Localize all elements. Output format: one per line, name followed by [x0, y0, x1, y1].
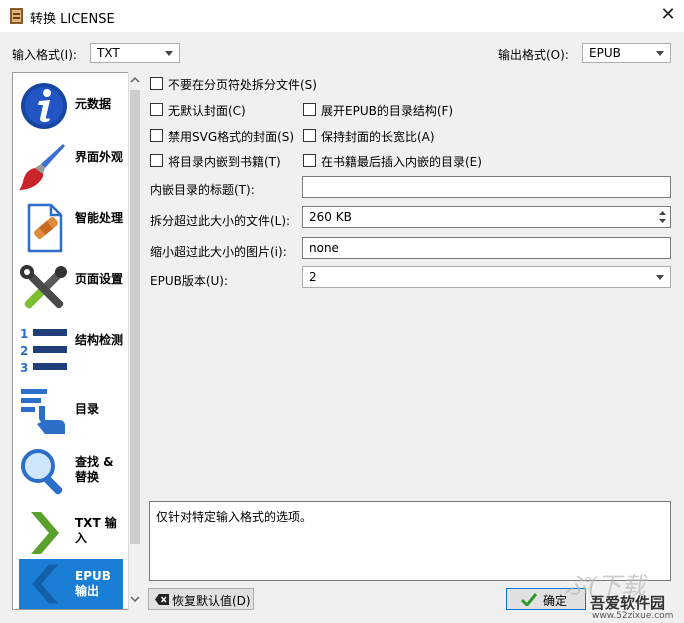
sidebar-item-label: EPUB 输出 — [75, 569, 111, 598]
sidebar-item-txt-input[interactable]: TXT 输入 — [13, 502, 128, 562]
watermark-url: www.52zixue.com — [592, 611, 674, 621]
site-watermark: ぷ(下载 吾爱软件园 www.52zixue.com — [560, 570, 684, 623]
input-format-value: TXT — [97, 46, 120, 60]
sidebar-item-structure-detection[interactable]: 1 2 3 结构检测 — [13, 319, 128, 379]
output-format-select[interactable]: EPUB — [582, 43, 671, 63]
checkbox-label: 不要在分页符处拆分文件(S) — [168, 78, 317, 92]
watermark-title: 吾爱软件园 — [590, 594, 666, 612]
help-description: 仅针对特定输入格式的选项。 — [149, 501, 671, 581]
brush-icon — [19, 144, 65, 190]
checkbox-label: 展开EPUB的目录结构(F) — [321, 104, 454, 118]
checkmark-icon — [521, 593, 537, 606]
scrollbar-thumb[interactable] — [130, 90, 140, 544]
sidebar-item-toc[interactable]: 目录 — [13, 380, 128, 440]
checkbox-box[interactable] — [303, 154, 316, 167]
checkbox-box[interactable] — [303, 129, 316, 142]
sidebar-item-label: TXT 输入 — [75, 516, 117, 545]
epub-version-label: EPUB版本(U): — [150, 274, 229, 288]
help-text: 仅针对特定输入格式的选项。 — [156, 510, 313, 524]
chevron-down-icon — [165, 51, 173, 56]
checkbox-label: 禁用SVG格式的封面(S) — [168, 130, 295, 144]
toc-hand-icon — [21, 389, 65, 434]
checkbox-box[interactable] — [150, 154, 163, 167]
close-icon[interactable]: ✕ — [656, 2, 680, 28]
svg-text:1: 1 — [20, 327, 28, 341]
calibre-app-icon — [10, 8, 23, 24]
scroll-down-icon[interactable] — [129, 593, 141, 605]
sidebar: 元数据 界面外观 智能处理 页面设置 1 2 3 结构检测 目录 查找 & 替换… — [12, 72, 143, 610]
checkbox-label: 将目录内嵌到书籍(T) — [168, 155, 281, 169]
sidebar-item-look-feel[interactable]: 界面外观 — [13, 136, 128, 196]
checkbox-box[interactable] — [303, 103, 316, 116]
shrink-images-input[interactable]: none — [302, 237, 671, 259]
checkbox-box[interactable] — [150, 129, 163, 142]
split-size-label: 拆分超过此大小的文件(L): — [150, 214, 291, 228]
clear-icon — [155, 594, 169, 605]
sidebar-item-search-replace[interactable]: 查找 & 替换 — [13, 441, 128, 501]
sidebar-item-label: 结构检测 — [75, 333, 124, 347]
tools-icon — [20, 265, 67, 309]
sidebar-item-label: 目录 — [75, 402, 100, 416]
split-size-spinbox[interactable]: 260 KB — [302, 206, 671, 228]
info-icon — [21, 83, 67, 129]
chevron-down-icon — [656, 275, 664, 280]
chevron-right-icon — [31, 512, 59, 554]
sidebar-item-page-setup[interactable]: 页面设置 — [13, 258, 128, 318]
input-format-select[interactable]: TXT — [90, 43, 180, 63]
sidebar-item-epub-output[interactable]: EPUB 输出 — [19, 559, 123, 609]
spinner-arrows-icon[interactable] — [658, 209, 667, 225]
checkbox-label: 在书籍最后插入内嵌的目录(E) — [321, 155, 482, 169]
toc-title-label: 内嵌目录的标题(T): — [150, 183, 255, 197]
shrink-images-label: 缩小超过此大小的图片(i): — [150, 245, 287, 259]
sidebar-item-label: 页面设置 — [75, 272, 124, 286]
document-bandage-icon — [27, 203, 63, 253]
epub-version-select[interactable]: 2 — [302, 266, 671, 288]
checkbox-box[interactable] — [150, 77, 163, 90]
sidebar-item-label: 智能处理 — [75, 211, 124, 225]
checkbox-label: 无默认封面(C) — [168, 104, 246, 118]
svg-text:3: 3 — [20, 361, 28, 375]
sidebar-item-label: 界面外观 — [75, 150, 124, 164]
checkbox-box[interactable] — [150, 103, 163, 116]
svg-text:2: 2 — [20, 344, 28, 358]
window-title: 转换 LICENSE — [30, 12, 115, 27]
sidebar-item-label: 查找 & 替换 — [75, 455, 114, 484]
numbered-list-icon: 1 2 3 — [20, 327, 67, 375]
restore-defaults-button[interactable]: 恢复默认值(D) — [148, 588, 254, 610]
restore-defaults-label: 恢复默认值(D) — [172, 594, 251, 608]
epub-version-value: 2 — [309, 270, 317, 284]
output-format-label: 输出格式(O): — [498, 48, 569, 62]
split-size-value: 260 KB — [309, 210, 352, 224]
output-format-value: EPUB — [589, 46, 621, 60]
chevron-left-icon — [32, 564, 58, 604]
sidebar-item-heuristics[interactable]: 智能处理 — [13, 197, 128, 257]
chevron-down-icon — [656, 51, 664, 56]
checkbox-label: 保持封面的长宽比(A) — [321, 130, 435, 144]
shrink-images-value: none — [309, 241, 339, 255]
magnifier-icon — [21, 449, 63, 495]
toc-title-input[interactable] — [302, 176, 671, 198]
sidebar-item-label: 元数据 — [75, 97, 112, 111]
scroll-up-icon[interactable] — [129, 74, 141, 86]
sidebar-item-metadata[interactable]: 元数据 — [13, 75, 128, 135]
input-format-label: 输入格式(I): — [12, 48, 77, 62]
